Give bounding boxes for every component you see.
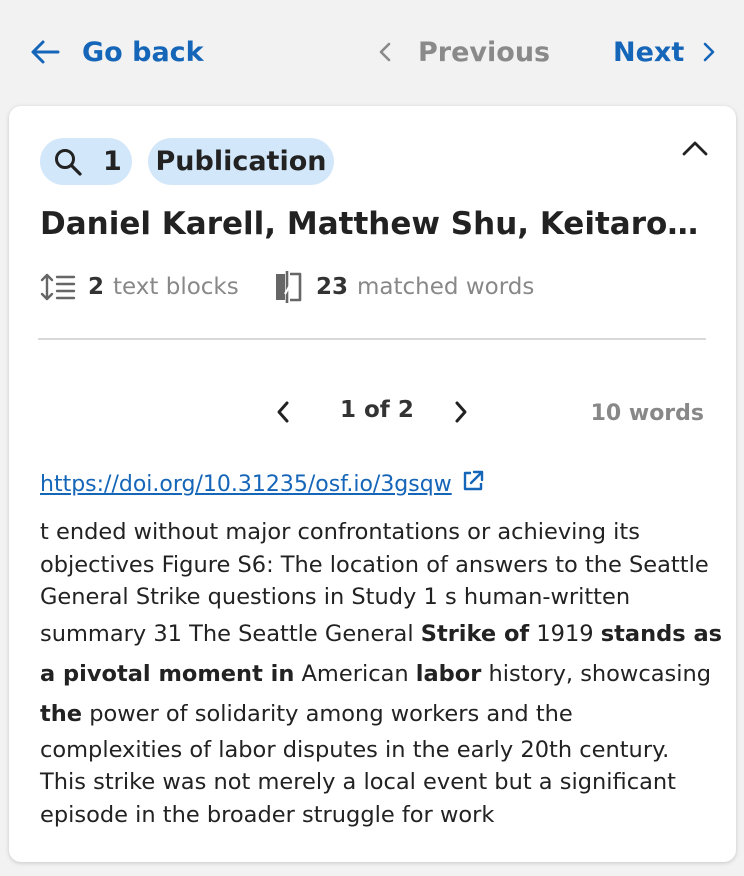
- excerpt-text: t ended without major confrontations or …: [40, 519, 640, 545]
- excerpt-text: American: [294, 660, 416, 687]
- search-icon: [55, 148, 82, 176]
- matched-word: the: [40, 700, 83, 727]
- excerpt-text: 1919: [529, 620, 601, 647]
- excerpt-text: This strike was not merely a local event…: [40, 769, 676, 795]
- arrow-left-icon: [31, 40, 60, 64]
- excerpt-text: complexities of labor disputes in the ea…: [40, 736, 670, 763]
- go-back-label: Go back: [82, 36, 204, 68]
- external-link-icon: [463, 470, 483, 491]
- excerpt-line: General Strike questions in Study 1 s hu…: [40, 581, 710, 614]
- text-blocks-info: 2 text blocks: [40, 270, 239, 304]
- doi-link-text: https://doi.org/10.31235/osf.io/3gsqw: [40, 471, 452, 497]
- excerpt-line: episode in the broader struggle for work: [40, 799, 710, 832]
- next-button[interactable]: Next: [613, 30, 716, 74]
- matched-word: stands as: [600, 620, 723, 647]
- matched-words-info: 23 matched words: [272, 270, 534, 304]
- matched-word: labor: [415, 660, 482, 687]
- text-blocks-label: text blocks: [113, 274, 239, 300]
- chevron-right-icon: [455, 401, 467, 423]
- collapse-button[interactable]: [680, 136, 710, 160]
- line-spacing-icon: [40, 273, 76, 301]
- text-blocks-count: 2: [88, 274, 105, 300]
- previous-button[interactable]: Previous: [378, 30, 550, 74]
- excerpt-text: General Strike questions in Study 1 s hu…: [40, 584, 631, 610]
- chevron-left-icon: [379, 42, 391, 62]
- result-card: 1 Publication Daniel Karell, Matthew Shu…: [9, 106, 736, 862]
- doi-link[interactable]: https://doi.org/10.31235/osf.io/3gsqw: [40, 468, 484, 500]
- previous-label: Previous: [418, 36, 551, 68]
- search-match-count: 1: [103, 146, 122, 177]
- go-back-button[interactable]: Go back: [30, 30, 204, 74]
- type-badge: Publication: [148, 138, 334, 185]
- excerpt-line: a pivotal moment in American labor histo…: [40, 654, 712, 694]
- chevron-up-icon: [682, 141, 708, 156]
- excerpt-line: the power of solidarity among workers an…: [40, 694, 710, 734]
- matched-text-excerpt: t ended without major confrontations or …: [40, 516, 722, 832]
- excerpt-text: history, showcasing: [481, 660, 712, 687]
- search-match-badge: 1: [40, 138, 132, 185]
- block-next-button[interactable]: [449, 394, 473, 430]
- excerpt-line: complexities of labor disputes in the ea…: [40, 734, 710, 767]
- excerpt-line: summary 31 The Seattle General Strike of…: [40, 614, 722, 654]
- next-label: Next: [613, 36, 685, 68]
- matched-words-count: 23: [316, 274, 349, 300]
- excerpt-text: objectives Figure S6: The location of an…: [40, 551, 709, 578]
- compare-icon: [276, 271, 302, 303]
- matched-words-label: matched words: [357, 274, 535, 300]
- excerpt-text: summary 31 The Seattle General: [40, 620, 421, 647]
- result-title: Daniel Karell, Matthew Shu, Keitaro Okur…: [40, 206, 700, 242]
- top-navigation: Go back Previous Next: [0, 0, 744, 104]
- excerpt-line: objectives Figure S6: The location of an…: [40, 549, 710, 582]
- excerpt-line: t ended without major confrontations or …: [40, 516, 710, 549]
- block-page-indicator: 1 of 2: [340, 397, 414, 423]
- matched-word: a pivotal moment in: [40, 660, 295, 687]
- excerpt-text: power of solidarity among workers and th…: [82, 700, 573, 727]
- block-word-count: 10 words: [590, 401, 704, 426]
- block-prev-button[interactable]: [271, 394, 295, 430]
- type-label: Publication: [155, 146, 327, 177]
- matched-word: Strike of: [420, 620, 530, 647]
- chevron-right-icon: [703, 42, 715, 62]
- excerpt-line: This strike was not merely a local event…: [40, 766, 710, 799]
- excerpt-text: episode in the broader struggle for work: [40, 801, 495, 828]
- divider: [38, 338, 706, 340]
- chevron-left-icon: [277, 401, 289, 423]
